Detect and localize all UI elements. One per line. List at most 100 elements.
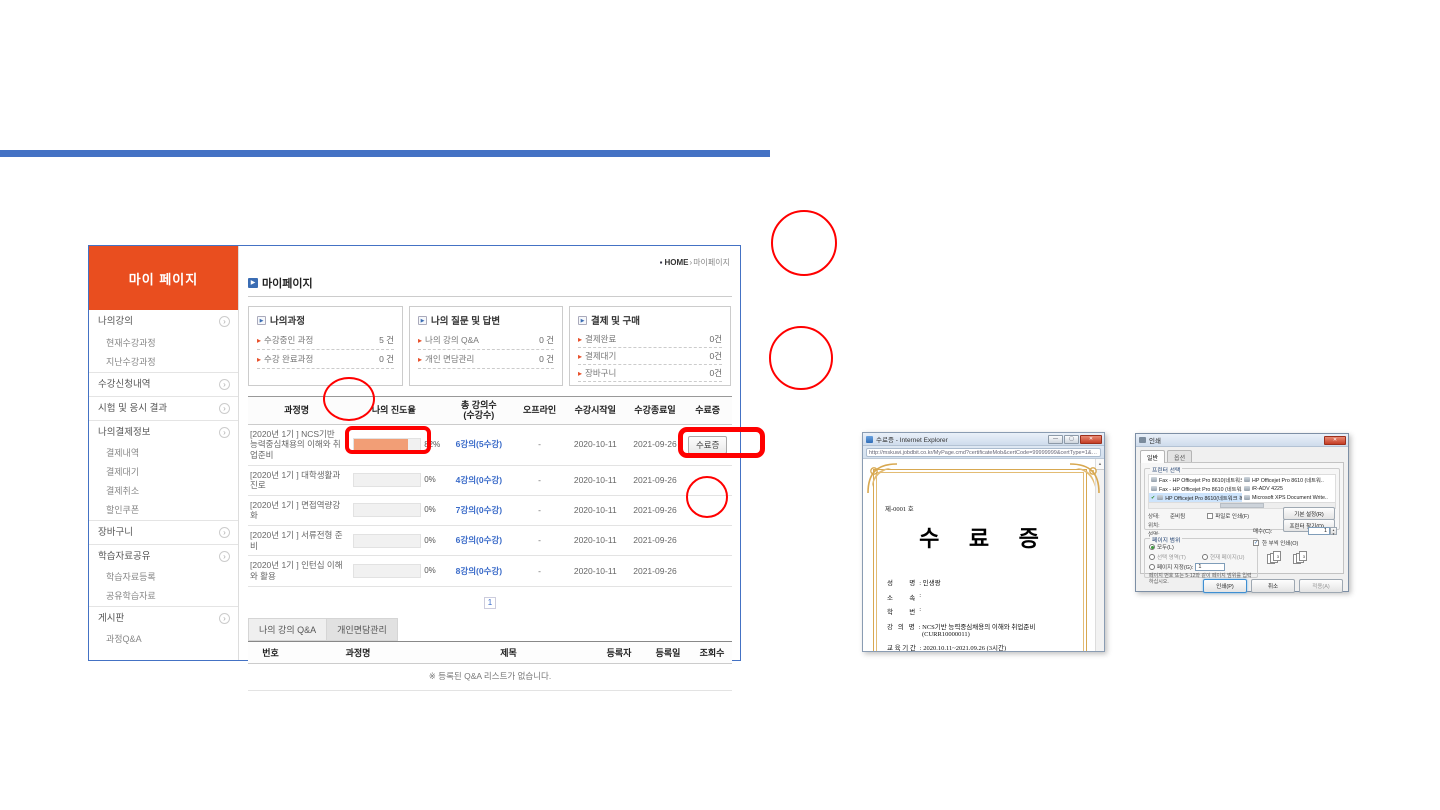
printer-icon <box>1157 495 1163 500</box>
summary-row[interactable]: 수강중인 과정5 건 <box>257 331 394 350</box>
qna-empty-message: ※ 등록된 Q&A 리스트가 없습니다. <box>248 663 732 690</box>
apply-button[interactable]: 적용(A) <box>1299 579 1343 593</box>
field-name: 성 명: 인생짱 <box>887 577 1088 587</box>
annotation-circle-1 <box>771 210 837 276</box>
sidebar-item-enrollment-history[interactable]: 수강신청내역 <box>89 372 238 396</box>
main-content: HOME마이페이지 마이페이지 나의과정 수강중인 과정5 건 수강 완료과정0… <box>239 246 740 660</box>
cancel-button[interactable]: 취소 <box>1251 579 1295 593</box>
checkbox-icon <box>1207 513 1213 519</box>
lectures-link[interactable]: 6강의(5수강) <box>456 439 502 449</box>
printer-icon <box>1151 486 1157 491</box>
window-titlebar[interactable]: 수료증 - Internet Explorer — ▢ ✕ <box>863 433 1104 446</box>
print-dialog: 인쇄 ✕ 일반 옵션 프린터 선택 Fax - HP Officejet Pro… <box>1135 433 1349 592</box>
box-arrow-icon <box>578 316 587 325</box>
range-current-radio[interactable]: 현재 페이지(U) <box>1202 553 1253 561</box>
window-titlebar[interactable]: 인쇄 ✕ <box>1136 434 1348 447</box>
sidebar-item-cart[interactable]: 장바구니 <box>89 520 238 544</box>
summary-box-questions: 나의 질문 및 답변 나의 강의 Q&A0 건 개인 면담관리0 건 <box>409 306 563 386</box>
copies-input[interactable]: 1 <box>1308 527 1330 535</box>
certificate-page: 제-0001 호 수 료 증 성 명: 인생짱 소 속: 학 번: 강 의 명:… <box>863 459 1104 651</box>
sidebar-item-discount-coupon[interactable]: 할인쿠폰 <box>89 501 238 520</box>
ie-favicon <box>866 436 873 443</box>
chevron-circle-icon <box>219 527 230 538</box>
print-to-file-checkbox[interactable]: 파일로 인쇄(F) <box>1207 512 1249 520</box>
summary-row[interactable]: 결제대기0건 <box>578 348 722 365</box>
box-title: 나의 질문 및 답변 <box>418 313 554 327</box>
spinner-icon[interactable]: ▲▼ <box>1330 527 1337 535</box>
range-pages-radio[interactable]: 페이지 지정(G):1 <box>1149 563 1253 571</box>
chevron-circle-icon <box>219 427 230 438</box>
slide-accent-bar <box>0 150 770 157</box>
sidebar-item-exam-results[interactable]: 시험 및 응시 결과 <box>89 396 238 420</box>
sidebar-item-past-courses[interactable]: 지난수강과정 <box>89 353 238 372</box>
breadcrumb[interactable]: HOME마이페이지 <box>660 257 730 268</box>
summary-boxes: 나의과정 수강중인 과정5 건 수강 완료과정0 건 나의 질문 및 답변 나의… <box>248 306 732 386</box>
lectures-link[interactable]: 6강의(0수강) <box>456 535 502 545</box>
course-row: [2020년 1기 ] NCS기반 능력중심채용의 이해와 취업준비 82% 6… <box>248 424 732 465</box>
sidebar-item-material-register[interactable]: 학습자료등록 <box>89 568 238 587</box>
sidebar-menu: 나의강의 현재수강과정 지난수강과정 수강신청내역 시험 및 응시 결과 나의결… <box>89 310 238 649</box>
col-certificate: 수료증 <box>683 397 732 425</box>
summary-row[interactable]: 개인 면담관리0 건 <box>418 350 554 369</box>
sidebar-item-payment-history[interactable]: 결제내역 <box>89 444 238 463</box>
sidebar-item-material-share[interactable]: 학습자료공유 <box>89 544 238 568</box>
tab-general[interactable]: 일반 <box>1140 450 1165 463</box>
progress-cell: 0% <box>347 564 440 578</box>
lectures-link[interactable]: 8강의(0수강) <box>456 566 502 576</box>
presentation-slide: 마이 페이지 나의강의 현재수강과정 지난수강과정 수강신청내역 시험 및 응시… <box>0 0 1440 810</box>
summary-row[interactable]: 장바구니0건 <box>578 365 722 382</box>
progress-bar <box>353 534 421 548</box>
printer-item[interactable]: HP Officejet Pro 8610 (네트워.. <box>1242 475 1335 484</box>
summary-row[interactable]: 나의 강의 Q&A0 건 <box>418 331 554 350</box>
page-range-input[interactable]: 1 <box>1195 563 1225 571</box>
close-button[interactable]: ✕ <box>1324 436 1346 445</box>
collate-checkbox[interactable]: 한 부씩 인쇄(O) <box>1253 539 1337 547</box>
check-icon: ✔ <box>1151 495 1155 501</box>
printer-item[interactable]: Fax - HP Officejet Pro 8610(네트워크 복사 1) <box>1149 475 1242 484</box>
status-label: 상태: <box>1148 512 1170 520</box>
sidebar-item-payment-info[interactable]: 나의결제정보 <box>89 420 238 444</box>
url-field[interactable]: http://mskuwi.jobdbit.co.kr/MyPage.cmd?c… <box>866 448 1101 457</box>
tab-personal-counseling[interactable]: 개인면담관리 <box>327 618 398 641</box>
range-selection-radio[interactable]: 선택 영역(T) <box>1149 553 1200 561</box>
sidebar-item-shared-materials[interactable]: 공유학습자료 <box>89 587 238 606</box>
lectures-link[interactable]: 7강의(0수강) <box>456 505 502 515</box>
lectures-link[interactable]: 4강의(0수강) <box>456 475 502 485</box>
summary-box-my-courses: 나의과정 수강중인 과정5 건 수강 완료과정0 건 <box>248 306 403 386</box>
sidebar-item-board[interactable]: 게시판 <box>89 606 238 630</box>
col-offline: 오프라인 <box>515 397 564 425</box>
tab-panel-general: 프린터 선택 Fax - HP Officejet Pro 8610(네트워크 … <box>1140 462 1344 574</box>
page-number[interactable]: 1 <box>484 597 496 609</box>
field-affiliation: 소 속: <box>887 592 1088 602</box>
range-note: 페이지 번호 또는 5-12와 같이 페이지 범위를 입력하십시오. <box>1149 573 1253 586</box>
course-row: [2020년 1기 ] 인턴십 이해와 활용 0% 8강의(0수강) - 202… <box>248 556 732 586</box>
summary-row[interactable]: 수강 완료과정0 건 <box>257 350 394 369</box>
dialog-tabs: 일반 옵션 <box>1136 447 1348 463</box>
annotation-circle-2 <box>769 326 833 390</box>
printer-item-selected[interactable]: ✔HP Officejet Pro 8610(네트워크 복사 1) <box>1149 493 1242 502</box>
tab-my-lecture-qna[interactable]: 나의 강의 Q&A <box>248 618 327 641</box>
sidebar-item-my-lectures[interactable]: 나의강의 <box>89 310 238 334</box>
summary-row[interactable]: 결제완료0건 <box>578 331 722 348</box>
chevron-circle-icon <box>219 316 230 327</box>
minimize-button[interactable]: — <box>1048 435 1063 444</box>
maximize-button[interactable]: ▢ <box>1064 435 1079 444</box>
course-table: 과정명 나의 진도율 총 강의수 (수강수) 오프라인 수강시작일 수강종료일 … <box>248 396 732 587</box>
location-label: 위치: <box>1148 521 1170 529</box>
sidebar-item-course-qna[interactable]: 과정Q&A <box>89 630 238 649</box>
sidebar-item-payment-pending[interactable]: 결제대기 <box>89 463 238 482</box>
box-arrow-icon <box>257 316 266 325</box>
printer-item[interactable]: Microsoft XPS Document Write.. <box>1242 493 1335 502</box>
close-button[interactable]: ✕ <box>1080 435 1102 444</box>
radio-icon <box>1149 554 1155 560</box>
qna-table: 번호 과정명 제목 등록자 등록일 조회수 ※ 등록된 Q&A 리스트가 없습니… <box>248 641 732 691</box>
printer-item[interactable]: iR-ADV 4225 <box>1242 484 1335 493</box>
sidebar-item-payment-cancel[interactable]: 결제취소 <box>89 482 238 501</box>
scrollbar-thumb[interactable] <box>1220 503 1265 508</box>
progress-bar <box>353 473 421 487</box>
progress-bar <box>353 503 421 517</box>
sidebar-item-current-courses[interactable]: 현재수강과정 <box>89 334 238 353</box>
range-all-radio[interactable]: 모두(L) <box>1149 543 1253 551</box>
printer-item[interactable]: Fax - HP Officejet Pro 8610 (네트워크) <box>1149 484 1242 493</box>
field-training-period: 교 육 기 간: 2020.10.11~2021.09.26 (3시간) <box>887 642 1088 651</box>
